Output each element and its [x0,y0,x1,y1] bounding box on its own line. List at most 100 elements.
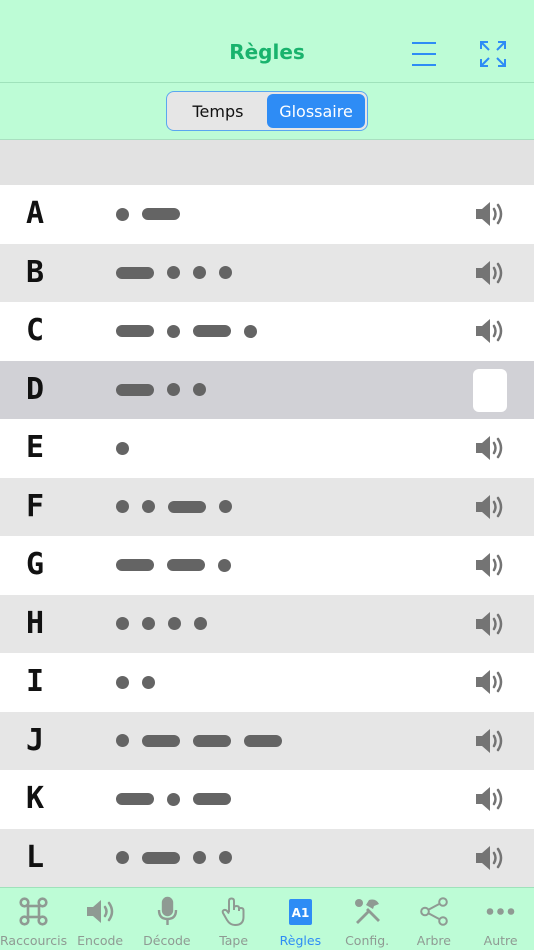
speaker-icon[interactable] [473,550,507,580]
glossary-row[interactable]: I [0,653,534,712]
morse-dot [116,441,129,455]
tab-label: Règles [279,933,322,948]
glossary-row[interactable]: F [0,477,534,537]
speaker-icon[interactable] [473,609,507,639]
glossary-row[interactable]: C [0,302,534,361]
speaker-icon[interactable] [473,433,507,463]
morse-dash [142,734,180,747]
morse-dot [142,500,155,514]
row-letter: A [26,196,45,231]
tab-label: Tape [219,933,249,948]
morse-dot [116,207,129,221]
speaker-icon[interactable] [473,258,507,288]
tab-more[interactable]: Autre [467,888,534,950]
tab-label: Arbre [416,933,451,948]
glossary-row[interactable]: H [0,594,534,654]
speaker-icon[interactable] [473,492,507,522]
tab-command[interactable]: Raccourcis [0,888,67,950]
tab-rules-book[interactable]: A1 Règles [267,888,334,950]
morse-code [116,361,206,420]
page-title: Règles [229,40,305,64]
glossary-row[interactable]: K [0,770,534,829]
morse-dash [168,500,206,513]
morse-dot [167,324,180,338]
morse-dot [219,500,232,514]
row-letter: J [26,722,45,758]
morse-dot [193,851,206,865]
morse-dot [142,617,155,631]
morse-dot [116,500,129,514]
svg-text:A1: A1 [292,906,310,920]
row-letter: G [26,547,45,582]
tab-share-tree[interactable]: Arbre [401,888,468,950]
play-button-pressed[interactable] [473,368,507,412]
glossary-row[interactable]: D [0,360,534,420]
morse-code [116,653,155,712]
morse-code [116,185,180,244]
row-letter: C [26,313,45,348]
morse-dash [116,559,154,572]
glossary-row[interactable]: J [0,711,534,771]
morse-dot [194,617,207,631]
row-letter: I [26,664,45,699]
tab-microphone[interactable]: Décode [134,888,201,950]
segment-glossaire[interactable]: Glossaire [267,94,365,128]
morse-dot [116,734,129,748]
segment-temps[interactable]: Temps [169,94,267,128]
morse-code [116,244,232,303]
morse-dot [218,558,231,572]
morse-dot [116,617,129,631]
speaker-icon[interactable] [473,726,507,756]
tab-tools[interactable]: Config. [334,888,401,950]
tab-label: Config. [345,933,390,948]
glossary-row[interactable]: B [0,243,534,303]
row-letter: F [26,488,45,524]
segmented-control: Temps Glossaire [166,91,368,131]
morse-code [116,595,207,654]
glossary-row[interactable]: E [0,419,534,478]
row-letter: K [26,781,45,816]
morse-dash [193,325,231,338]
row-letter: D [26,371,45,407]
speaker-icon[interactable] [473,843,507,873]
morse-dash [116,325,154,338]
morse-code [116,770,231,829]
morse-dot [193,266,206,280]
list-menu-icon[interactable] [409,38,439,70]
glossary-list: ABCDEFGHIJKL [0,185,534,887]
morse-dot [193,383,206,397]
tab-label: Autre [483,933,518,948]
morse-dash [244,734,282,747]
morse-dash [167,559,205,572]
row-letter: B [26,254,45,290]
speaker-icon[interactable] [473,667,507,697]
speaker-icon[interactable] [473,199,507,229]
glossary-row[interactable]: G [0,536,534,595]
morse-dash [193,734,231,747]
morse-dot [167,266,180,280]
morse-dash [116,383,154,396]
row-letter: H [26,605,45,641]
tab-label: Encode [77,933,124,948]
glossary-row[interactable]: L [0,828,534,887]
row-letter: L [26,839,45,875]
morse-dot [168,617,181,631]
list-header-spacer [0,140,534,185]
speaker-icon[interactable] [473,784,507,814]
morse-code [116,478,232,537]
morse-dot [244,324,257,338]
tab-speaker[interactable]: Encode [67,888,134,950]
fullscreen-expand-icon[interactable] [478,38,508,70]
tab-label: Raccourcis [0,933,68,948]
row-letter: E [26,430,45,465]
morse-dash [142,851,180,864]
tab-hand-tap[interactable]: Tape [200,888,267,950]
glossary-row[interactable]: A [0,185,534,244]
tab-bar: Raccourcis Encode Décode Tape A1 Règles Config… [0,887,534,950]
speaker-icon[interactable] [473,316,507,346]
morse-dot [116,851,129,865]
morse-code [116,712,282,771]
segment-bar: Temps Glossaire [0,83,534,140]
morse-dot [219,266,232,280]
morse-dash [116,793,154,806]
